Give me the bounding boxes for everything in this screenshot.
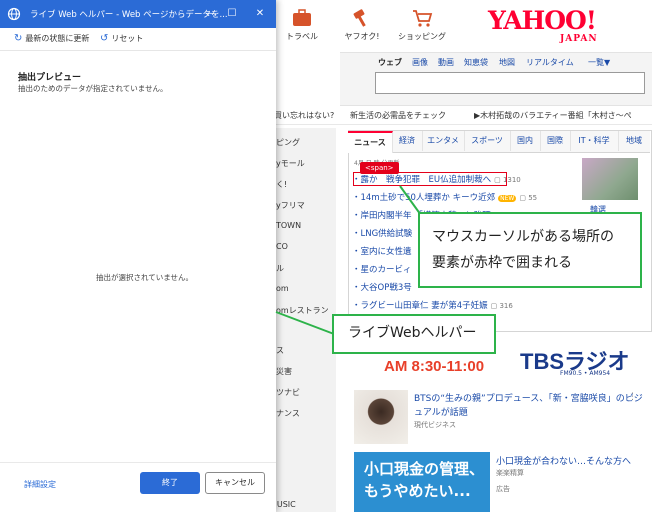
notice-right[interactable]: ▶木村拓哉のバラエティー番組「木村さ〜ぺ bbox=[474, 110, 632, 121]
article-source: 現代ビジネス bbox=[414, 421, 456, 429]
search-tab-image[interactable]: 画像 bbox=[412, 57, 428, 68]
nav-item[interactable]: ピング bbox=[276, 137, 300, 148]
advanced-settings-link[interactable]: 詳細設定 bbox=[24, 479, 56, 490]
yahoo-logo[interactable]: YAHOO! bbox=[488, 6, 597, 35]
news-item-text: ・ラグビー山田章仁 妻が第4子妊娠 bbox=[352, 301, 488, 311]
comment-count-value: 55 bbox=[528, 194, 538, 202]
ad-source: 楽楽精算 bbox=[496, 469, 524, 477]
cart-icon bbox=[413, 10, 433, 27]
refresh-button[interactable]: ↻ 最新の状態に更新 bbox=[14, 33, 89, 44]
footer-divider bbox=[0, 462, 276, 463]
callout-hover-line1: マウスカーソルがある場所の bbox=[432, 229, 614, 245]
shopping-label: ショッピング bbox=[398, 32, 446, 41]
travel-link[interactable]: トラベル bbox=[272, 8, 332, 42]
finish-button[interactable]: 終了 bbox=[140, 472, 200, 494]
tab-economy[interactable]: 経済 bbox=[392, 131, 423, 151]
callout-hover-line2: 要素が赤枠で囲まれる bbox=[432, 255, 572, 271]
tab-sports[interactable]: スポーツ bbox=[464, 131, 511, 151]
minimize-button[interactable]: — bbox=[202, 6, 218, 22]
search-tab-web[interactable]: ウェブ bbox=[378, 57, 402, 68]
suitcase-icon bbox=[293, 9, 311, 26]
news-item[interactable]: ・14m土砂で50人埋葬か キーウ近郊 NEW ▢ 55 bbox=[352, 191, 537, 203]
tbs-frequency: FM90.5 • AM954 bbox=[560, 370, 611, 377]
nav-item[interactable]: TOWN bbox=[276, 221, 301, 230]
element-tag-label: <span> bbox=[360, 162, 399, 174]
nav-item[interactable]: yフリマ bbox=[276, 200, 305, 211]
search-tab-map[interactable]: 地図 bbox=[499, 57, 515, 68]
news-item[interactable]: ・LNG供給試験 bbox=[352, 227, 412, 239]
ad-title[interactable]: 小口現金が合わない…そんな方へ bbox=[496, 454, 646, 467]
travel-label: トラベル bbox=[286, 32, 318, 41]
news-item[interactable]: ・室内に女性遺 bbox=[352, 245, 412, 257]
refresh-icon: ↻ bbox=[14, 33, 23, 44]
nav-item[interactable]: ル bbox=[276, 263, 284, 274]
search-tab-realtime[interactable]: リアルタイム bbox=[526, 57, 574, 68]
callout-hover-highlight: マウスカーソルがある場所の 要素が赤枠で囲まれる bbox=[418, 212, 642, 288]
live-web-helper-panel: ライブ Web ヘルパー - Web ページからデータを... — ☐ ✕ ↻ 最… bbox=[0, 0, 276, 512]
empty-state-message: 抽出が選択されていません。 bbox=[96, 273, 194, 282]
globe-icon bbox=[7, 7, 21, 21]
tab-local[interactable]: 地域 bbox=[618, 131, 650, 151]
maximize-button[interactable]: ☐ bbox=[224, 6, 240, 22]
comment-count: ▢ 55 bbox=[519, 194, 538, 202]
reset-button[interactable]: ↺ リセット bbox=[100, 33, 143, 44]
news-photo[interactable] bbox=[582, 158, 638, 200]
ad-label: 広告 bbox=[496, 485, 510, 493]
nav-item[interactable]: く! bbox=[276, 179, 287, 190]
shopping-link[interactable]: ショッピング bbox=[392, 8, 452, 42]
title-bar[interactable]: ライブ Web ヘルパー - Web ページからデータを... — ☐ ✕ bbox=[0, 0, 276, 28]
nav-item[interactable]: omレストラン bbox=[276, 305, 329, 316]
notice-left[interactable]: 買い忘れはない? bbox=[274, 110, 334, 121]
reset-label: リセット bbox=[111, 34, 144, 43]
tab-entertainment[interactable]: エンタメ bbox=[422, 131, 465, 151]
nav-item[interactable]: ツナビ bbox=[276, 387, 300, 398]
tab-it-science[interactable]: IT・科学 bbox=[570, 131, 619, 151]
nav-item[interactable]: ナンス bbox=[276, 408, 300, 419]
tbs-time: AM 8:30-11:00 bbox=[384, 358, 485, 375]
window-title: ライブ Web ヘルパー - Web ページからデータを... bbox=[30, 10, 228, 20]
preview-description: 抽出のためのデータが指定されていません。 bbox=[18, 84, 168, 93]
article-title[interactable]: BTSの“生みの親”プロデュース、「新・宮脇咲良」のビジュアルが話題 bbox=[414, 392, 644, 420]
search-input[interactable] bbox=[375, 72, 645, 94]
search-tab-video[interactable]: 動画 bbox=[438, 57, 454, 68]
yahoo-logo-sub: JAPAN bbox=[560, 34, 598, 44]
search-tab-chiebukuro[interactable]: 知恵袋 bbox=[464, 57, 488, 68]
notice-bar: 買い忘れはない? 新生活の必需品をチェック ▶木村拓哉のバラエティー番組「木村さ… bbox=[272, 106, 652, 125]
news-item-text: ・14m土砂で50人埋葬か キーウ近郊 bbox=[352, 193, 496, 203]
tab-domestic[interactable]: 国内 bbox=[510, 131, 541, 151]
comment-count-value: 316 bbox=[499, 302, 513, 310]
more-options-icon[interactable]: ⋮ bbox=[628, 392, 637, 402]
search-tab-list[interactable]: 一覧▼ bbox=[588, 57, 610, 68]
close-button[interactable]: ✕ bbox=[252, 6, 268, 22]
cancel-button[interactable]: キャンセル bbox=[205, 472, 265, 494]
auction-link[interactable]: ヤフオク! bbox=[332, 8, 392, 42]
callout-live-web-helper: ライブWebヘルパー bbox=[332, 314, 496, 354]
news-item[interactable]: ・大谷OP戦3号 bbox=[352, 281, 412, 293]
auction-label: ヤフオク! bbox=[344, 32, 380, 41]
news-item[interactable]: ・星のカービィ bbox=[352, 263, 411, 275]
refresh-label: 最新の状態に更新 bbox=[25, 34, 90, 43]
preview-title: 抽出プレビュー bbox=[18, 73, 82, 83]
tab-news[interactable]: ニュース bbox=[348, 131, 393, 153]
gavel-icon bbox=[353, 9, 366, 27]
notice-mid[interactable]: 新生活の必需品をチェック bbox=[350, 110, 446, 121]
nav-item[interactable]: 災害 bbox=[276, 366, 292, 377]
tab-international[interactable]: 国際 bbox=[540, 131, 571, 151]
new-badge: NEW bbox=[498, 195, 517, 202]
nav-item[interactable]: CO bbox=[276, 242, 288, 251]
comment-count: ▢ 316 bbox=[490, 302, 513, 310]
nav-item[interactable]: om bbox=[276, 284, 289, 293]
nav-item[interactable]: ス bbox=[276, 345, 284, 356]
ad-banner[interactable]: 小口現金の管理、もうやめたい... bbox=[354, 452, 490, 512]
article-thumbnail[interactable] bbox=[354, 390, 408, 444]
nav-item[interactable]: yモール bbox=[276, 158, 305, 169]
hover-highlight-box bbox=[353, 172, 507, 186]
news-item[interactable]: ・ラグビー山田章仁 妻が第4子妊娠 ▢ 316 bbox=[352, 299, 513, 311]
undo-icon: ↺ bbox=[100, 33, 109, 44]
